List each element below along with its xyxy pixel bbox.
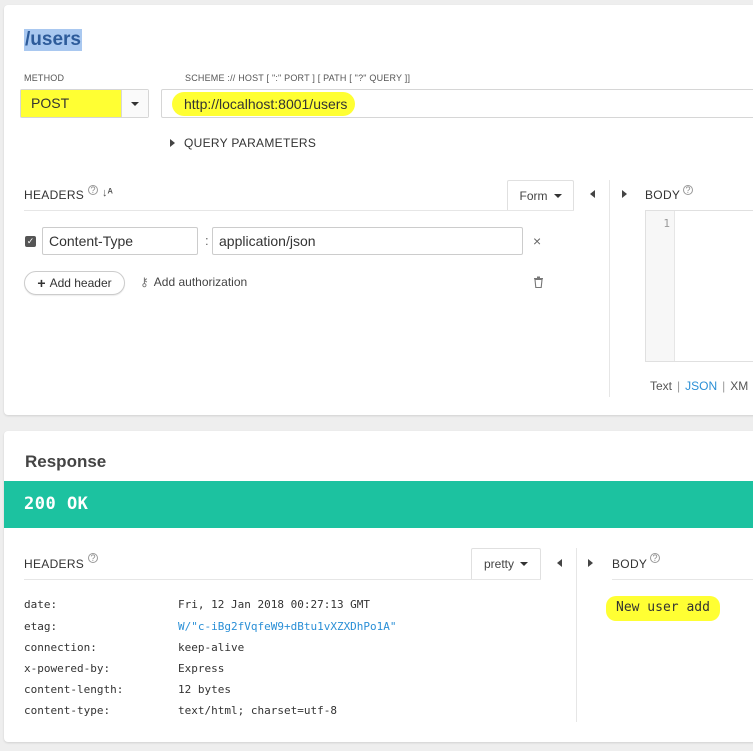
query-parameters-toggle[interactable]: QUERY PARAMETERS xyxy=(170,136,316,150)
sort-alpha-icon[interactable]: ↓ᴬ xyxy=(102,187,113,199)
add-header-label: Add header xyxy=(49,276,112,290)
form-dropdown-button[interactable]: Form xyxy=(507,180,574,210)
header-key: etag: xyxy=(24,620,58,633)
question-circle-icon[interactable]: ? xyxy=(88,185,98,195)
request-panel: /users METHOD SCHEME :// HOST [ ":" PORT… xyxy=(4,5,753,415)
request-title: /users xyxy=(24,29,82,51)
collapse-left-icon[interactable] xyxy=(590,190,595,198)
add-header-button[interactable]: + Add header xyxy=(24,271,125,295)
header-value: Express xyxy=(178,662,225,675)
method-value[interactable]: POST xyxy=(21,90,122,117)
method-label: METHOD xyxy=(24,73,65,83)
line-number: 1 xyxy=(663,217,670,230)
method-dropdown-button[interactable] xyxy=(121,90,148,117)
header-key: x-powered-by: xyxy=(24,662,111,675)
body-mode-text[interactable]: Text xyxy=(650,379,672,393)
header-key: date: xyxy=(24,598,58,611)
header-value: text/html; charset=utf-8 xyxy=(178,704,337,717)
header-key: content-length: xyxy=(24,683,124,696)
question-circle-icon[interactable]: ? xyxy=(683,185,693,195)
response-body-divider xyxy=(612,579,753,580)
header-key: content-type: xyxy=(24,704,111,717)
header-separator: : xyxy=(205,233,209,248)
status-code: 200 OK xyxy=(24,494,89,514)
response-panel: Response 200 OK HEADERS ? pretty BODY ? … xyxy=(4,431,753,742)
header-name-input[interactable]: Content-Type xyxy=(42,227,198,255)
response-body-label: BODY xyxy=(612,557,648,571)
mode-separator: | xyxy=(722,379,726,393)
add-authorization-label: Add authorization xyxy=(153,275,248,289)
query-parameters-label: QUERY PARAMETERS xyxy=(184,136,317,150)
add-authorization-link[interactable]: ⚷ Add authorization xyxy=(140,275,247,289)
collapse-left-icon[interactable] xyxy=(557,559,562,567)
caret-down-icon xyxy=(520,562,528,566)
caret-down-icon xyxy=(131,101,139,106)
question-circle-icon[interactable]: ? xyxy=(88,553,98,563)
etag-link[interactable]: W/"c-iBg2fVqfeW9+dBtu1vXZXDhPo1A" xyxy=(178,620,397,633)
header-enabled-checkbox[interactable]: ✓ xyxy=(25,236,36,247)
body-mode-switch: Text | JSON | XM xyxy=(650,379,748,393)
request-headers-label: HEADERS xyxy=(24,188,85,202)
caret-right-icon xyxy=(170,139,175,147)
mode-separator: | xyxy=(677,379,681,393)
panel-divider xyxy=(609,180,610,397)
header-value-input[interactable]: application/json xyxy=(212,227,523,255)
response-headers-label: HEADERS xyxy=(24,557,85,571)
status-bar: 200 OK xyxy=(4,481,753,528)
response-headers-divider xyxy=(24,579,541,580)
trash-icon[interactable] xyxy=(533,275,544,293)
method-select[interactable]: POST xyxy=(20,89,149,118)
request-body-label: BODY xyxy=(645,188,681,202)
expand-right-icon[interactable] xyxy=(588,559,593,567)
format-label: pretty xyxy=(483,557,514,571)
response-body-text: New user add xyxy=(606,596,720,621)
response-title: Response xyxy=(25,452,107,471)
body-mode-xml[interactable]: XM xyxy=(730,379,748,393)
body-mode-json[interactable]: JSON xyxy=(685,379,717,393)
caret-down-icon xyxy=(553,193,562,198)
editor-gutter: 1 xyxy=(646,211,675,361)
format-dropdown-button[interactable]: pretty xyxy=(471,548,541,579)
header-value: 12 bytes xyxy=(178,683,231,696)
question-circle-icon[interactable]: ? xyxy=(650,553,660,563)
header-key: connection: xyxy=(24,641,97,654)
close-icon[interactable]: × xyxy=(533,233,541,249)
response-panel-divider xyxy=(576,548,577,722)
header-value: Fri, 12 Jan 2018 00:27:13 GMT xyxy=(178,598,371,611)
url-input[interactable]: http://localhost:8001/users xyxy=(161,89,753,118)
expand-right-icon[interactable] xyxy=(622,190,627,198)
plus-icon: + xyxy=(37,275,46,291)
header-value: keep-alive xyxy=(178,641,245,654)
body-editor[interactable]: 1 xyxy=(645,210,753,362)
url-value[interactable]: http://localhost:8001/users xyxy=(172,92,356,116)
form-label: Form xyxy=(519,188,548,203)
headers-divider xyxy=(24,210,574,211)
key-icon: ⚷ xyxy=(140,275,149,289)
url-scheme-label: SCHEME :// HOST [ ":" PORT ] [ PATH [ "?… xyxy=(185,73,411,83)
